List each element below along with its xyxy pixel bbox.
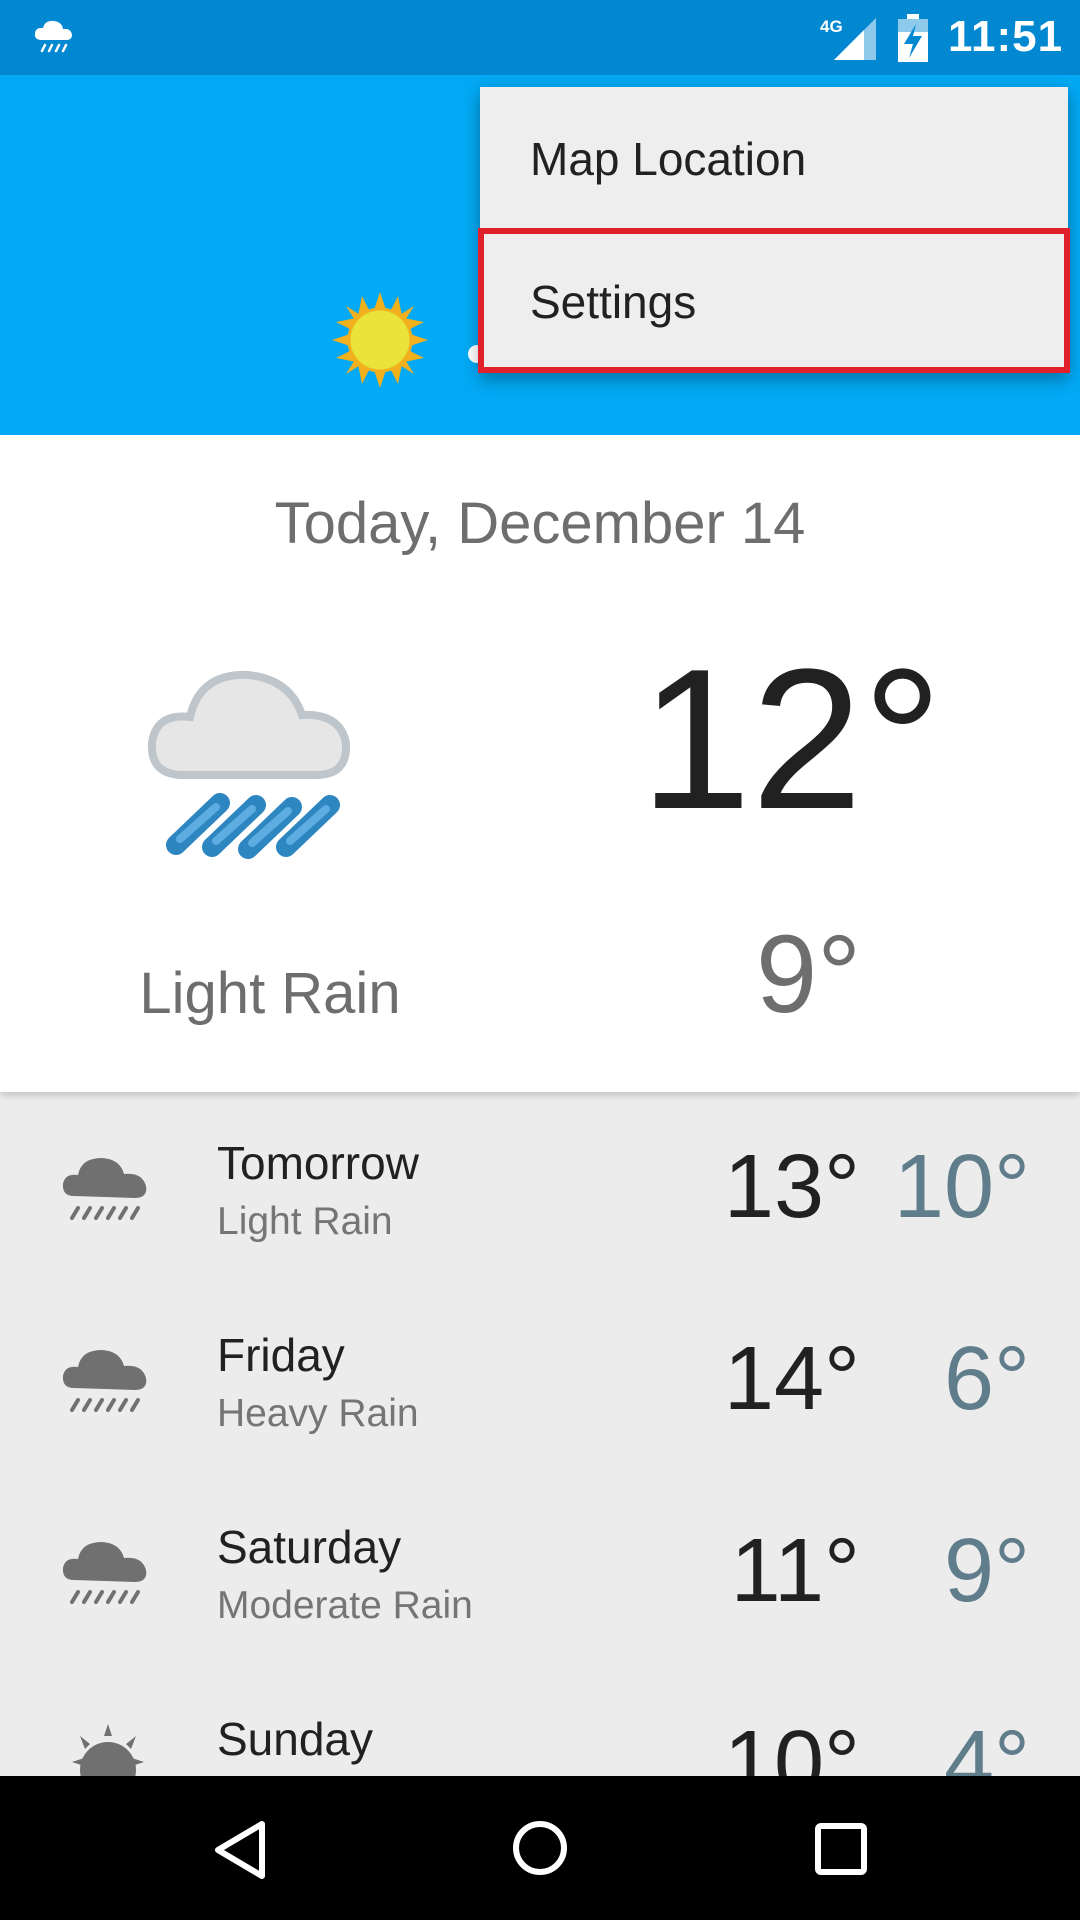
forecast-day: Tomorrow <box>217 1137 419 1189</box>
forecast-description: Moderate Rain <box>217 1584 473 1627</box>
status-bar: 4G 11:51 <box>0 0 1080 75</box>
forecast-day: Saturday <box>217 1521 402 1573</box>
forecast-low-temp: 10° <box>893 1137 1030 1237</box>
battery-charging-icon <box>898 14 928 62</box>
forecast-row[interactable]: Sunday 10° 4° <box>0 1668 1080 1776</box>
forecast-high-temp: 13° <box>723 1137 860 1237</box>
status-time: 11:51 <box>948 12 1064 61</box>
forecast-low-temp: 6° <box>943 1329 1030 1429</box>
forecast-high-temp: 10° <box>723 1713 860 1776</box>
forecast-low-temp: 9° <box>943 1521 1030 1621</box>
today-low-temp: 9° <box>756 913 862 1036</box>
sun-icon <box>332 292 428 388</box>
rain-icon <box>62 1158 147 1220</box>
forecast-row[interactable]: Tomorrow Light Rain 13° 10° <box>0 1092 1080 1284</box>
forecast-low-temp: 4° <box>943 1713 1030 1776</box>
sun-icon <box>72 1724 144 1776</box>
light-rain-icon <box>147 670 351 859</box>
rain-icon <box>62 1542 147 1604</box>
forecast-description: Light Rain <box>217 1200 393 1243</box>
forecast-high-temp: 11° <box>730 1521 860 1621</box>
rain-icon <box>62 1350 147 1412</box>
forecast-day: Friday <box>217 1329 345 1381</box>
forecast-description: Heavy Rain <box>217 1392 419 1435</box>
forecast-row[interactable]: Saturday Moderate Rain 11° 9° <box>0 1476 1080 1668</box>
today-high-temp: 12° <box>640 628 943 851</box>
forecast-high-temp: 14° <box>723 1329 860 1429</box>
today-card[interactable]: Today, December 14 12° 9° Light Rain <box>0 435 1080 1092</box>
network-type-label: 4G <box>820 17 843 36</box>
rain-cloud-icon <box>34 20 72 53</box>
back-icon[interactable] <box>210 1818 274 1882</box>
navigation-bar <box>0 1776 1080 1920</box>
settings-highlight-box <box>478 228 1070 373</box>
forecast-row[interactable]: Friday Heavy Rain 14° 6° <box>0 1284 1080 1476</box>
home-icon[interactable] <box>508 1816 572 1880</box>
today-date: Today, December 14 <box>274 491 806 556</box>
forecast-list: Tomorrow Light Rain 13° 10° Friday Heavy… <box>0 1092 1080 1776</box>
today-description: Light Rain <box>139 961 401 1026</box>
recents-icon[interactable] <box>810 1818 872 1880</box>
menu-item-map-location[interactable]: Map Location <box>480 87 1068 230</box>
signal-icon: 4G <box>820 14 876 60</box>
forecast-day: Sunday <box>217 1713 374 1765</box>
